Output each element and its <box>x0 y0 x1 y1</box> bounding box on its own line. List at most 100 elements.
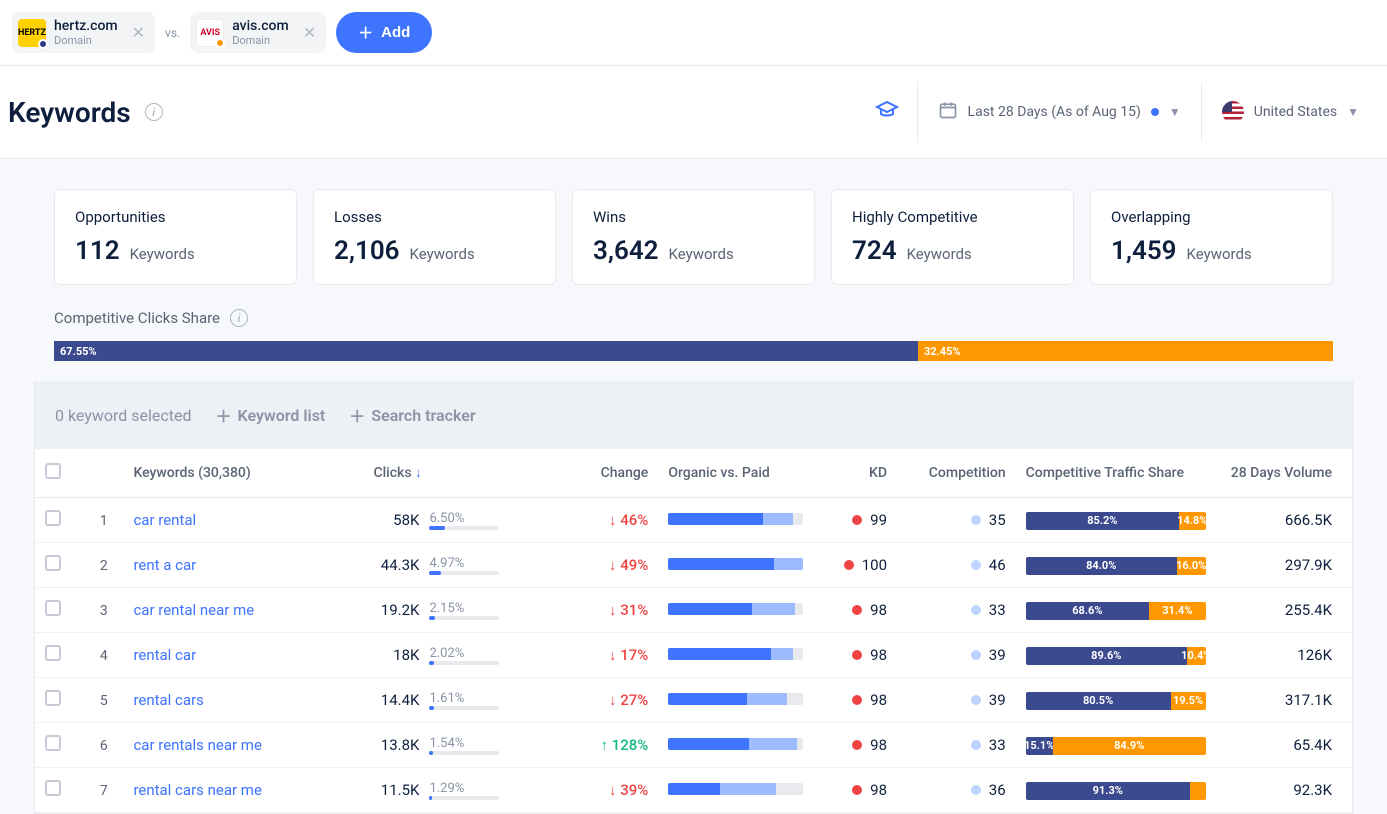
col-change[interactable]: Change <box>551 449 658 498</box>
stat-card[interactable]: Losses 2,106 Keywords <box>313 189 556 285</box>
col-ovp[interactable]: Organic vs. Paid <box>658 449 818 498</box>
domain-sub: Domain <box>54 34 118 47</box>
keywords-table: Keywords (30,380) Clicks ↓ Change Organi… <box>35 449 1352 813</box>
flag-us-icon <box>1222 101 1244 123</box>
kd-dot-icon <box>852 695 862 705</box>
kd-cell: 98 <box>852 601 887 619</box>
clicks-pct: 6.50% <box>429 511 499 526</box>
kd-cell: 98 <box>852 781 887 799</box>
volume-value: 92.3K <box>1293 781 1332 799</box>
competition-value: 33 <box>989 736 1006 754</box>
competition-cell: 35 <box>971 511 1006 529</box>
graduation-cap-icon[interactable] <box>875 98 917 127</box>
kd-value: 99 <box>870 511 887 529</box>
row-checkbox[interactable] <box>45 780 61 796</box>
row-checkbox[interactable] <box>45 555 61 571</box>
competition-dot-icon <box>971 785 981 795</box>
share-seg-a: 67.55% <box>54 341 918 361</box>
competition-dot-icon <box>971 740 981 750</box>
clicks-value: 58K <box>373 511 419 529</box>
kd-value: 98 <box>870 736 887 754</box>
competition-dot-icon <box>971 650 981 660</box>
close-icon[interactable]: ✕ <box>303 23 316 42</box>
organic-paid-bar <box>668 693 803 705</box>
kd-cell: 100 <box>844 556 887 574</box>
kd-value: 98 <box>870 646 887 664</box>
chevron-down-icon: ▼ <box>1169 105 1181 119</box>
col-cts[interactable]: Competitive Traffic Share <box>1016 449 1216 498</box>
info-icon[interactable]: i <box>145 103 163 121</box>
competition-value: 36 <box>989 781 1006 799</box>
table-row: 7 rental cars near me 11.5K 1.29% ↓ 39% … <box>35 768 1352 813</box>
col-keywords[interactable]: Keywords (30,380) <box>123 449 363 498</box>
volume-value: 126K <box>1297 646 1332 664</box>
keyword-link[interactable]: car rental <box>133 511 196 529</box>
col-volume[interactable]: 28 Days Volume <box>1216 449 1352 498</box>
kd-dot-icon <box>852 785 862 795</box>
country-selector[interactable]: United States ▼ <box>1201 82 1379 142</box>
clicks-pct: 2.15% <box>429 601 499 616</box>
stat-unit: Keywords <box>130 245 195 263</box>
info-icon[interactable]: i <box>230 309 248 327</box>
competition-dot-icon <box>971 695 981 705</box>
favicon-avis: AVIS <box>196 19 224 47</box>
traffic-share-bar: 80.5%19.5% <box>1026 692 1206 710</box>
close-icon[interactable]: ✕ <box>132 23 145 42</box>
stat-card[interactable]: Wins 3,642 Keywords <box>572 189 815 285</box>
competition-dot-icon <box>971 605 981 615</box>
sort-descending-icon: ↓ <box>415 466 422 481</box>
volume-value: 666.5K <box>1285 511 1332 529</box>
traffic-share-bar: 89.6%10.4% <box>1026 647 1206 665</box>
table-row: 5 rental cars 14.4K 1.61% ↓ 27% 98 39 80… <box>35 678 1352 723</box>
domain-chip-a[interactable]: HERTZ hertz.com Domain ✕ <box>12 12 155 53</box>
competition-cell: 39 <box>971 646 1006 664</box>
stats-row: Opportunities 112 KeywordsLosses 2,106 K… <box>0 189 1387 309</box>
stat-card[interactable]: Opportunities 112 Keywords <box>54 189 297 285</box>
row-checkbox[interactable] <box>45 735 61 751</box>
table-row: 3 car rental near me 19.2K 2.15% ↓ 31% 9… <box>35 588 1352 633</box>
keyword-link[interactable]: rent a car <box>133 556 196 574</box>
col-kd[interactable]: KD <box>818 449 897 498</box>
select-all-checkbox[interactable] <box>45 463 61 479</box>
competition-cell: 39 <box>971 691 1006 709</box>
date-range-selector[interactable]: Last 28 Days (As of Aug 15) ▼ <box>917 82 1201 142</box>
chip-text: hertz.com Domain <box>54 18 118 47</box>
keywords-table-wrap: 0 keyword selected ＋ Keyword list ＋ Sear… <box>34 381 1353 814</box>
traffic-share-bar: 15.1%84.9% <box>1026 737 1206 755</box>
series-dot-a-icon <box>38 39 48 49</box>
vs-label: vs. <box>165 26 180 40</box>
stat-label: Wins <box>593 208 794 226</box>
col-clicks[interactable]: Clicks ↓ <box>363 449 550 498</box>
row-checkbox[interactable] <box>45 645 61 661</box>
stat-label: Losses <box>334 208 535 226</box>
clicks-bar <box>429 751 499 755</box>
change-value: ↓ 39% <box>609 781 648 799</box>
keyword-link[interactable]: rental cars <box>133 691 203 709</box>
add-button[interactable]: ＋ Add <box>336 12 432 53</box>
keyword-link[interactable]: rental cars near me <box>133 781 261 799</box>
keyword-list-button[interactable]: ＋ Keyword list <box>216 403 326 427</box>
clicks-value: 13.8K <box>373 736 419 754</box>
table-row: 2 rent a car 44.3K 4.97% ↓ 49% 100 46 84… <box>35 543 1352 588</box>
row-checkbox[interactable] <box>45 690 61 706</box>
stat-card[interactable]: Highly Competitive 724 Keywords <box>831 189 1074 285</box>
domain-chip-b[interactable]: AVIS avis.com Domain ✕ <box>190 12 326 53</box>
keyword-link[interactable]: car rentals near me <box>133 736 261 754</box>
col-competition[interactable]: Competition <box>897 449 1016 498</box>
kd-value: 100 <box>862 556 887 574</box>
competition-cell: 33 <box>971 736 1006 754</box>
keyword-link[interactable]: rental car <box>133 646 196 664</box>
row-checkbox[interactable] <box>45 510 61 526</box>
row-checkbox[interactable] <box>45 600 61 616</box>
stat-card[interactable]: Overlapping 1,459 Keywords <box>1090 189 1333 285</box>
stat-value: 1,459 <box>1111 236 1177 266</box>
organic-paid-bar <box>668 783 803 795</box>
volume-value: 317.1K <box>1285 691 1332 709</box>
stat-label: Overlapping <box>1111 208 1312 226</box>
click-share-section: Competitive Clicks Share i 67.55% 32.45% <box>0 309 1387 381</box>
traffic-share-bar: 68.6%31.4% <box>1026 602 1206 620</box>
stat-label: Opportunities <box>75 208 276 226</box>
search-tracker-button[interactable]: ＋ Search tracker <box>349 403 475 427</box>
table-header-row: Keywords (30,380) Clicks ↓ Change Organi… <box>35 449 1352 498</box>
keyword-link[interactable]: car rental near me <box>133 601 254 619</box>
